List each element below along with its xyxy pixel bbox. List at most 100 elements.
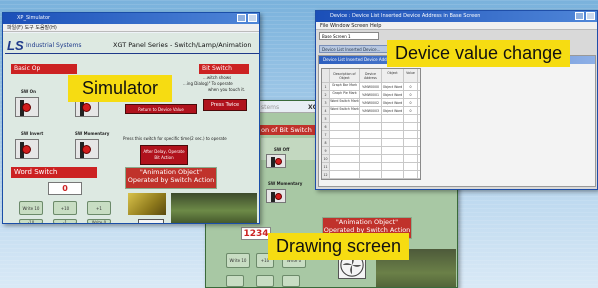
table-cell <box>382 171 404 178</box>
minus1-button[interactable]: -1 <box>53 219 77 223</box>
simulator-menubar[interactable]: 파일(F) 도구 도움말(H) <box>3 24 259 32</box>
table-row[interactable]: 1 Graph Bar Mark %MW0000 Object Word 0 <box>322 83 420 91</box>
table-cell: %MW0002 <box>360 99 382 106</box>
table-cell <box>330 171 360 178</box>
sw-momentary-label: SW Momentary <box>75 131 110 136</box>
table-cell: %MW0000 <box>360 83 382 90</box>
drawing-sw-momentary-label: SW Momentary <box>268 181 303 186</box>
table-cell: %MW0003 <box>360 107 382 114</box>
drawing-small-button-3[interactable] <box>282 275 300 287</box>
table-cell: 2 <box>322 91 330 98</box>
table-cell: 1 <box>322 83 330 90</box>
drawing-sw-off-label: SW Off <box>274 147 290 152</box>
simulator-minimize-button[interactable] <box>237 14 246 22</box>
drawing-write10-button[interactable]: Write 10 <box>226 253 250 268</box>
table-row[interactable]: 3 Word Switch Mark %MW0002 Object Word 0 <box>322 99 420 107</box>
device-close-button[interactable] <box>586 12 595 20</box>
bit-switch-header: Bit Switch <box>199 64 249 74</box>
panel-title: XGT Panel Series - Switch/Lamp/Animation <box>113 41 252 49</box>
sw-invert-switch[interactable] <box>15 139 39 159</box>
table-cell <box>382 163 404 170</box>
table-row[interactable]: 5 <box>322 115 420 123</box>
dialog-note: ...ing Dialog)" To operate <box>183 81 233 86</box>
word-switch-header: Word Switch <box>11 167 97 178</box>
table-cell: Object Word <box>382 91 404 98</box>
table-cell <box>404 131 418 138</box>
fan-icon <box>138 219 164 223</box>
table-row[interactable]: 10 <box>322 155 420 163</box>
brand-label: Industrial Systems <box>26 42 82 49</box>
table-cell <box>330 147 360 154</box>
table-row[interactable]: 8 <box>322 139 420 147</box>
table-cell <box>404 155 418 162</box>
table-row[interactable]: 2 Graph Pie Mark %MW0001 Object Word 0 <box>322 91 420 99</box>
plus1-button[interactable]: +1 <box>87 201 111 215</box>
table-cell: 4 <box>322 107 330 114</box>
press-twice-button[interactable]: Press Twice <box>203 99 247 111</box>
device-screen-select[interactable]: Base Screen 1 <box>319 32 379 40</box>
table-cell <box>360 131 382 138</box>
table-row[interactable]: 7 <box>322 131 420 139</box>
device-title: Device : Device List Inserted Device Add… <box>330 13 481 19</box>
simulator-window: XP_Simulator 파일(F) 도구 도움말(H) LS Industri… <box>2 12 260 224</box>
table-cell <box>382 147 404 154</box>
table-cell <box>330 139 360 146</box>
table-row[interactable]: 6 <box>322 123 420 131</box>
table-cell <box>360 171 382 178</box>
sw-momentary-switch[interactable] <box>75 139 99 159</box>
table-row[interactable]: 12 <box>322 171 420 179</box>
table-cell <box>404 123 418 130</box>
table-header-object: Object <box>382 69 404 82</box>
return-device-value-button[interactable]: Return to Device Value <box>125 104 197 114</box>
table-cell <box>404 171 418 178</box>
table-cell: 0 <box>404 107 418 114</box>
table-cell: 5 <box>322 115 330 122</box>
basic-operation-header: Basic Op <box>11 64 77 74</box>
simulator-canvas: LS Industrial Systems XGT Panel Series -… <box>3 33 259 223</box>
table-cell <box>404 115 418 122</box>
drawing-small-button-1[interactable] <box>226 275 244 287</box>
animation-image-yellow <box>128 193 166 215</box>
drawing-small-button-2[interactable] <box>256 275 274 287</box>
table-cell: 12 <box>322 171 330 178</box>
table-cell: Graph Pie Mark <box>330 91 360 98</box>
simulator-close-button[interactable] <box>248 14 257 22</box>
simulator-titlebar: XP_Simulator <box>3 13 259 24</box>
table-cell <box>360 163 382 170</box>
animation-title: "Animation Object" <box>139 168 203 176</box>
table-cell <box>360 155 382 162</box>
table-cell <box>360 139 382 146</box>
table-cell <box>404 147 418 154</box>
drawing-sw-off-switch[interactable] <box>266 154 286 168</box>
table-cell: 0 <box>404 99 418 106</box>
drawing-value-display: 1234 <box>241 227 271 240</box>
table-cell <box>404 163 418 170</box>
sw-on-switch[interactable] <box>15 97 39 117</box>
animation-image-field <box>171 193 257 223</box>
drawing-sw-momentary-switch[interactable] <box>266 189 286 203</box>
after-delay-button[interactable]: After Delay, Operate Bit Action <box>140 145 188 165</box>
drawing-screen-label: Drawing screen <box>268 233 410 260</box>
sw-on-label: SW On <box>21 89 36 94</box>
device-menubar[interactable]: File Window Screen Help <box>316 22 597 30</box>
table-cell: Object Word <box>382 107 404 114</box>
table-row[interactable]: 4 Word Switch Mark %MW0003 Object Word 0 <box>322 107 420 115</box>
write0-button[interactable]: Write 0 <box>87 219 111 223</box>
minus10-button[interactable]: -10 <box>19 219 43 223</box>
table-row[interactable]: 11 <box>322 163 420 171</box>
write10-button[interactable]: Write 10 <box>19 201 43 215</box>
table-row[interactable]: 9 <box>322 147 420 155</box>
simulator-title: XP_Simulator <box>17 15 51 21</box>
table-header-description: Description of Object <box>330 69 360 82</box>
table-cell: 11 <box>322 163 330 170</box>
drawing-title-fragment: stems <box>261 104 280 111</box>
table-cell: 0 <box>404 91 418 98</box>
device-minimize-button[interactable] <box>575 12 584 20</box>
device-value-change-label: Device value change <box>387 40 571 67</box>
table-cell <box>360 115 382 122</box>
shown-note: ...witch shows <box>203 75 232 80</box>
table-cell: Object Word <box>382 83 404 90</box>
plus10-button[interactable]: +10 <box>53 201 77 215</box>
device-table: Description of Object Device Address Obj… <box>321 68 421 180</box>
table-cell: 3 <box>322 99 330 106</box>
